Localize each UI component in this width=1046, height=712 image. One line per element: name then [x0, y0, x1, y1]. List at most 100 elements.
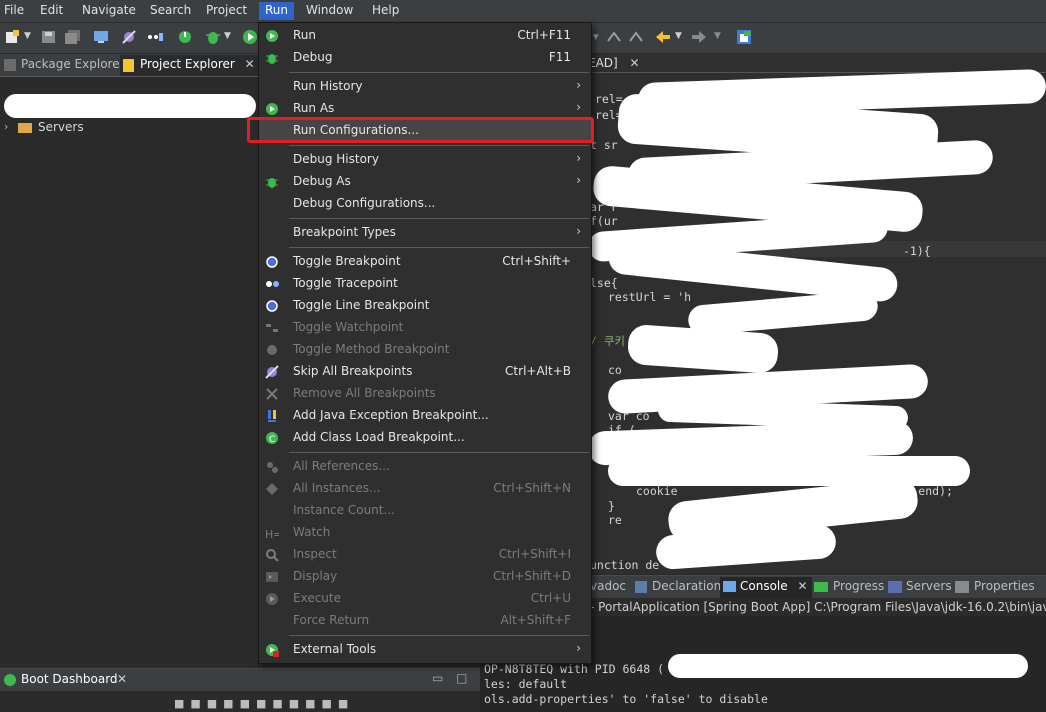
chevron-down-icon[interactable]: ▼: [24, 31, 31, 41]
close-icon[interactable]: ✕: [630, 56, 640, 70]
chevron-right-icon[interactable]: ›: [4, 120, 8, 133]
menu-run[interactable]: Run: [259, 2, 295, 20]
menu-item-debug-history[interactable]: Debug History ›: [259, 149, 591, 171]
chevron-down-icon[interactable]: ▼: [224, 31, 231, 41]
boot-dashboard-tab-bar: Boot Dashboard ✕ ▭ □: [0, 669, 480, 691]
menu-item-breakpoint-types[interactable]: Breakpoint Types ›: [259, 222, 591, 244]
menu-navigate[interactable]: Navigate: [82, 3, 136, 17]
run-icon: [266, 30, 278, 42]
chevron-down-icon[interactable]: ▼: [714, 31, 721, 41]
tab-javadoc[interactable]: vadoc: [590, 579, 626, 593]
code-line: f(ur: [590, 214, 618, 228]
code-line: re: [608, 513, 622, 527]
method-breakpoint-icon: [267, 345, 277, 355]
menu-item-label: Toggle Method Breakpoint: [293, 342, 450, 356]
menu-separator: [289, 452, 589, 453]
menu-item-inspect[interactable]: Inspect Ctrl+Shift+I: [259, 544, 591, 566]
debug-icon[interactable]: [204, 29, 222, 45]
tab-boot-dashboard[interactable]: Boot Dashboard: [21, 672, 118, 686]
menu-item-add-class-load-breakpoint[interactable]: C Add Class Load Breakpoint...: [259, 427, 591, 449]
menu-item-force-return[interactable]: Force Return Alt+Shift+F: [259, 610, 591, 632]
menu-item-toggle-breakpoint[interactable]: Toggle Breakpoint Ctrl+Shift+: [259, 251, 591, 273]
tab-package-explorer[interactable]: Package Explorer: [21, 57, 125, 71]
menu-item-instance-count[interactable]: Instance Count...: [259, 500, 591, 522]
perspective-icon[interactable]: [736, 29, 754, 45]
menu-item-all-references[interactable]: All References...: [259, 456, 591, 478]
tab-declaration[interactable]: Declaration: [652, 579, 721, 593]
menu-item-toggle-watchpoint[interactable]: Toggle Watchpoint: [259, 317, 591, 339]
menu-item-execute[interactable]: Execute Ctrl+U: [259, 588, 591, 610]
tab-project-explorer[interactable]: Project Explorer ✕: [120, 55, 259, 76]
edit-annotation-icon[interactable]: [606, 29, 624, 45]
external-tools-icon: [266, 644, 279, 657]
tab-servers[interactable]: Servers: [906, 579, 952, 593]
menu-item-toggle-line-breakpoint[interactable]: Toggle Line Breakpoint: [259, 295, 591, 317]
menu-item-all-instances[interactable]: All Instances... Ctrl+Shift+N: [259, 478, 591, 500]
project-explorer-panel: Package Explorer Project Explorer ✕ › Se…: [0, 54, 259, 668]
menu-item-debug-configurations[interactable]: Debug Configurations...: [259, 193, 591, 215]
skip-breakpoints-icon[interactable]: [120, 29, 138, 45]
tab-properties[interactable]: Properties: [974, 579, 1035, 593]
save-icon[interactable]: [40, 29, 58, 45]
menu-item-label: Display: [293, 569, 338, 583]
close-icon[interactable]: ✕: [797, 579, 807, 593]
menu-item-display[interactable]: Display Ctrl+Shift+D: [259, 566, 591, 588]
menu-help[interactable]: Help: [372, 3, 399, 17]
new-icon[interactable]: [4, 29, 22, 45]
skip-breakpoints-icon: [265, 365, 279, 379]
servers-icon: [888, 581, 902, 593]
chevron-down-icon[interactable]: ▼: [675, 31, 682, 41]
exception-breakpoint-icon: [268, 410, 276, 422]
menu-item-run[interactable]: Run Ctrl+F11: [259, 25, 591, 47]
close-icon[interactable]: ✕: [117, 672, 127, 686]
code-line: lse{: [590, 276, 618, 290]
declaration-icon: [635, 581, 647, 593]
menu-item-external-tools[interactable]: External Tools ›: [259, 639, 591, 661]
power-icon[interactable]: [176, 29, 194, 45]
close-icon[interactable]: ✕: [245, 57, 255, 71]
menu-item-label: Execute: [293, 591, 341, 605]
redacted-scribble: [4, 94, 256, 118]
boot-dashboard-toolbar-icons[interactable]: ■■■■■■■■■■■: [174, 697, 474, 711]
code-line: cookie: [636, 484, 678, 498]
menu-item-shortcut: Ctrl+Shift+N: [493, 481, 571, 495]
menu-edit[interactable]: Edit: [40, 3, 63, 17]
menu-item-shortcut: Ctrl+Shift+D: [493, 569, 571, 583]
editor-tab[interactable]: EAD] ✕: [588, 56, 640, 70]
menu-item-remove-all-breakpoints[interactable]: Remove All Breakpoints: [259, 383, 591, 405]
menu-item-toggle-method-breakpoint[interactable]: Toggle Method Breakpoint: [259, 339, 591, 361]
menu-item-debug[interactable]: Debug F11: [259, 47, 591, 69]
menu-item-label: All Instances...: [293, 481, 381, 495]
tracepoint-icon: [266, 281, 279, 287]
tab-progress[interactable]: Progress: [833, 579, 884, 593]
folder-icon: [18, 123, 32, 133]
menu-item-skip-all-breakpoints[interactable]: Skip All Breakpoints Ctrl+Alt+B: [259, 361, 591, 383]
tab-console[interactable]: Console ✕: [720, 577, 812, 598]
menu-item-debug-as[interactable]: Debug As ›: [259, 171, 591, 193]
menu-item-run-history[interactable]: Run History ›: [259, 76, 591, 98]
menu-project[interactable]: Project: [206, 3, 247, 17]
chevron-down-icon[interactable]: ▾: [593, 30, 599, 43]
save-all-icon[interactable]: [64, 29, 82, 45]
menu-search[interactable]: Search: [150, 3, 191, 17]
minimize-icon[interactable]: ▭: [432, 671, 443, 685]
next-annotation-icon[interactable]: [628, 29, 646, 45]
toggle-icon[interactable]: [146, 29, 164, 45]
console-title: - PortalApplication [Spring Boot App] C:…: [590, 600, 1046, 614]
menu-item-toggle-tracepoint[interactable]: Toggle Tracepoint: [259, 273, 591, 295]
forward-icon[interactable]: [690, 29, 708, 45]
breakpoint-icon: [266, 256, 278, 268]
menu-file[interactable]: File: [4, 3, 24, 17]
menu-separator: [289, 145, 589, 146]
display-icon[interactable]: [92, 29, 110, 45]
menu-window[interactable]: Window: [306, 3, 353, 17]
menu-item-watch[interactable]: H= Watch: [259, 522, 591, 544]
back-icon[interactable]: [654, 29, 672, 45]
menu-item-label: Inspect: [293, 547, 337, 561]
project-explorer-icon: [123, 59, 134, 72]
properties-icon: [955, 581, 969, 593]
menu-item-label: Add Java Exception Breakpoint...: [293, 408, 489, 422]
menu-item-add-java-exception-breakpoint[interactable]: Add Java Exception Breakpoint...: [259, 405, 591, 427]
maximize-icon[interactable]: □: [456, 671, 467, 685]
menu-item-label: Skip All Breakpoints: [293, 364, 413, 378]
